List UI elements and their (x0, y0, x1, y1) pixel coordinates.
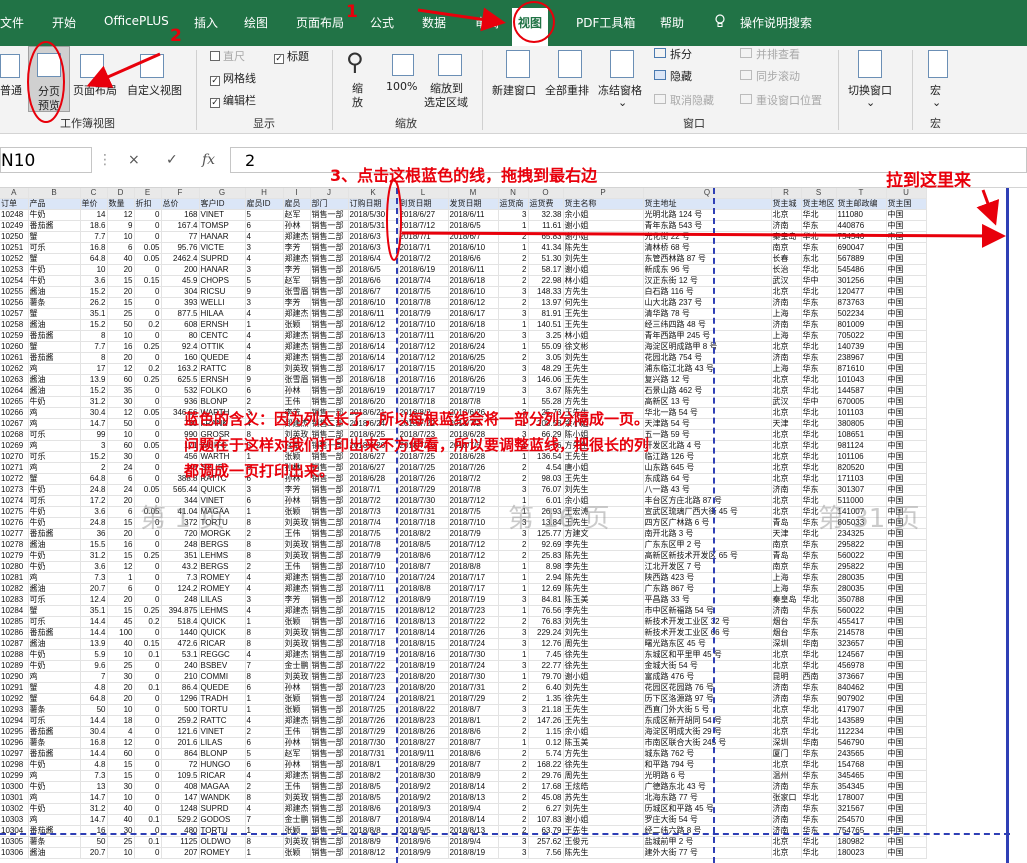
circle-blue-line (386, 179, 402, 261)
drag-target-label: 拉到这里来 (886, 171, 971, 191)
explanation-line-1: 蓝色的含义：因为列太长了，所以每根蓝线会将一部分列分隔成一页。 (184, 410, 650, 428)
circle-page-break-button (27, 41, 65, 123)
circle-view-tab (513, 1, 555, 43)
step3-instruction: 3、点击这根蓝色的线，拖拽到最右边 (330, 166, 598, 185)
arrow-drag-right (401, 223, 1006, 248)
step-number-2: 2 (170, 26, 182, 46)
annotation-overlay (27, 1, 1006, 261)
step-number-1: 1 (346, 2, 358, 22)
arrow-to-right-edge (976, 189, 1000, 226)
explanation-line-3: 都调成一页打印出来。 (184, 462, 335, 480)
arrow-to-view-tab (417, 7, 506, 32)
explanation-line-2: 问题在于这样对我们打印出来不方便看，所以要调整蓝线，把很长的列 (184, 436, 650, 454)
arrow-to-page-break-button (86, 52, 161, 88)
excel-window: 文件 开始 OfficePLUS 插入 绘图 页面布局 公式 数据 审阅 视图 … (0, 0, 1027, 863)
